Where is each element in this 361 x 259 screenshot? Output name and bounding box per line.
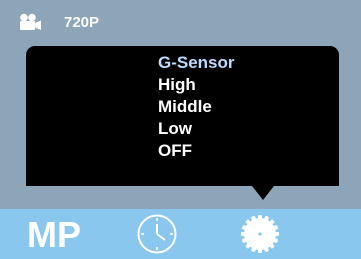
menu-list: G-Sensor High Middle Low OFF: [158, 52, 235, 162]
bottom-mode-bar: MP: [0, 209, 361, 259]
menu-option-middle[interactable]: Middle: [158, 96, 235, 118]
settings-icon[interactable]: [239, 213, 281, 255]
menu-option-high[interactable]: High: [158, 74, 235, 96]
video-camera-icon: [20, 13, 41, 30]
menu-option-low[interactable]: Low: [158, 118, 235, 140]
mode-label[interactable]: MP: [27, 215, 81, 255]
menu-pointer: [252, 186, 274, 200]
menu-title: G-Sensor: [158, 53, 235, 72]
resolution-label: 720P: [64, 14, 100, 31]
g-sensor-menu: G-Sensor High Middle Low OFF: [26, 46, 339, 186]
camera-screen: 720P G-Sensor High Middle Low OFF MP: [0, 0, 361, 259]
clock-icon[interactable]: [136, 213, 178, 255]
menu-option-off[interactable]: OFF: [158, 140, 235, 162]
status-bar: 720P: [0, 0, 361, 44]
